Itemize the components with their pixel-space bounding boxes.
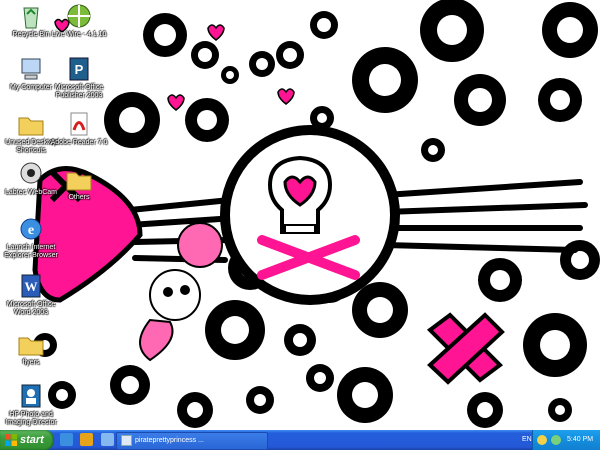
tray-network-icon[interactable] xyxy=(551,435,561,445)
desktop-icon-internet-explorer[interactable]: e Launch Internet Explorer Browser xyxy=(0,215,62,260)
quick-launch xyxy=(60,433,117,447)
media-quicklaunch-icon[interactable] xyxy=(80,433,94,446)
webcam-icon xyxy=(20,162,42,184)
desktop-icon-label: Microsoft Office Publisher 2003 xyxy=(54,84,104,99)
word-icon: W xyxy=(21,274,41,298)
desktop-icon-label: HP Photo and Imaging Director xyxy=(5,411,57,426)
window-icon xyxy=(121,434,132,446)
windows-flag-icon xyxy=(5,434,17,446)
desktop-icon-others[interactable]: Others xyxy=(48,165,110,202)
adobe-reader-icon xyxy=(70,112,88,136)
internet-explorer-icon: e xyxy=(20,218,42,240)
desktop-icon-label: flyers xyxy=(22,359,40,366)
desktop-icon-label: Adobe Reader 7.0 xyxy=(50,139,108,146)
desktop-icon-adobe-reader[interactable]: Adobe Reader 7.0 xyxy=(48,110,110,147)
clock[interactable]: 5:40 PM xyxy=(567,430,593,450)
svg-text:P: P xyxy=(75,62,84,77)
desktop-icon-word[interactable]: W Microsoft Office Word 2003 xyxy=(0,272,62,317)
taskbar-window-button[interactable]: pirateprettyprincess ... xyxy=(116,432,268,450)
desktop-icon-hp-director[interactable]: HP Photo and Imaging Director xyxy=(0,382,62,427)
livewire-icon xyxy=(67,4,91,28)
start-label: start xyxy=(20,434,44,446)
folder-icon xyxy=(18,337,44,356)
desktop-icon-flyers[interactable]: flyers xyxy=(0,330,62,367)
desktop-icon-label: Others xyxy=(68,194,90,201)
desktop-icon-label: Microsoft Office Word 2003 xyxy=(6,301,56,316)
taskbar: start pirateprettyprincess ... EN 5:40 P… xyxy=(0,430,600,450)
svg-text:W: W xyxy=(25,279,38,294)
tray-help-icon[interactable] xyxy=(537,435,547,445)
folder-icon xyxy=(18,117,44,136)
desktop-icon-label: Live Wire - 4.1.10 xyxy=(51,31,107,38)
start-button[interactable]: start xyxy=(0,430,54,450)
taskbar-window-label: pirateprettyprincess ... xyxy=(135,437,204,444)
system-tray: 5:40 PM xyxy=(532,430,600,450)
desktop-icon-label: Launch Internet Explorer Browser xyxy=(4,244,58,259)
recycle-bin-icon xyxy=(23,7,39,29)
my-computer-icon xyxy=(21,58,41,80)
ie-quicklaunch-icon[interactable] xyxy=(60,433,73,446)
language-indicator[interactable]: EN xyxy=(522,430,532,450)
desktop-icon-publisher[interactable]: P Microsoft Office Publisher 2003 xyxy=(48,55,110,100)
svg-text:e: e xyxy=(28,223,34,238)
hp-director-icon xyxy=(21,384,41,408)
desktop-icon-livewire[interactable]: Live Wire - 4.1.10 xyxy=(48,2,110,39)
folder-icon xyxy=(66,172,92,191)
publisher-icon: P xyxy=(69,57,89,81)
show-desktop-icon[interactable] xyxy=(100,433,114,446)
